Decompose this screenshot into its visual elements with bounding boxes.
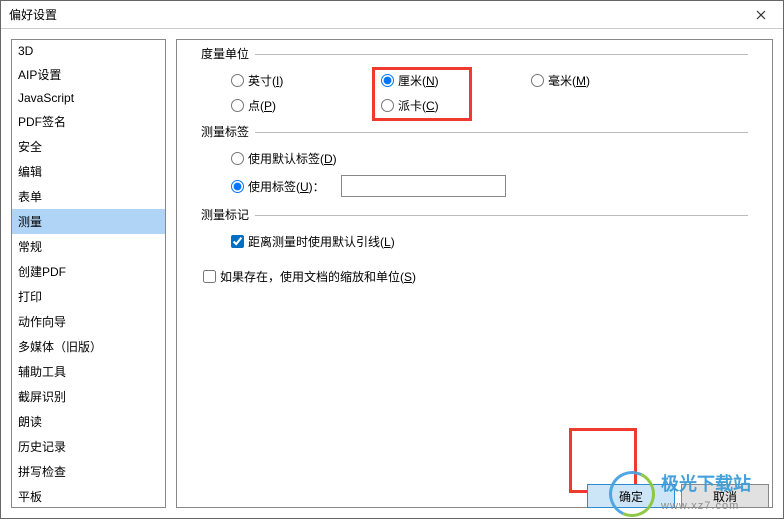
sidebar-item[interactable]: 安全 — [12, 134, 165, 159]
sidebar-item[interactable]: 截屏识别 — [12, 384, 165, 409]
sidebar-item[interactable]: 平板 — [12, 484, 165, 508]
titlebar: 偏好设置 — [1, 1, 783, 29]
sidebar-item[interactable]: 常规 — [12, 234, 165, 259]
sidebar-item[interactable]: 编辑 — [12, 159, 165, 184]
sidebar-item[interactable]: JavaScript — [12, 87, 165, 109]
label-fieldset: 测量标签 使用默认标签(D) 使用标签(U)： — [201, 132, 748, 197]
category-sidebar[interactable]: 3DAIP设置JavaScriptPDF签名安全编辑表单测量常规创建PDF打印动… — [11, 39, 166, 508]
use-doc-scale-option[interactable]: 如果存在，使用文档的缩放和单位(S) — [203, 268, 748, 285]
sidebar-item[interactable]: AIP设置 — [12, 62, 165, 87]
label-legend: 测量标签 — [201, 123, 255, 140]
label-default-option[interactable]: 使用默认标签(D) — [231, 150, 748, 167]
leader-line-checkbox[interactable] — [231, 235, 244, 248]
unit-pica-option[interactable]: 派卡(C) — [381, 97, 531, 114]
sidebar-item[interactable]: 创建PDF — [12, 259, 165, 284]
use-doc-scale-checkbox[interactable] — [203, 270, 216, 283]
label-custom-radio[interactable] — [231, 180, 244, 193]
dialog-footer: 确定 取消 — [587, 484, 769, 508]
unit-point-option[interactable]: 点(P) — [231, 97, 381, 114]
sidebar-item[interactable]: 辅助工具 — [12, 359, 165, 384]
label-default-radio[interactable] — [231, 152, 244, 165]
sidebar-item[interactable]: 多媒体（旧版） — [12, 334, 165, 359]
sidebar-item[interactable]: 拼写检查 — [12, 459, 165, 484]
close-icon — [756, 10, 766, 20]
sidebar-item[interactable]: 打印 — [12, 284, 165, 309]
sidebar-item[interactable]: 表单 — [12, 184, 165, 209]
sidebar-item[interactable]: 3D — [12, 40, 165, 62]
unit-cm-option[interactable]: 厘米(N) — [381, 72, 531, 89]
dialog-title: 偏好设置 — [9, 6, 739, 23]
close-button[interactable] — [739, 1, 783, 28]
mark-fieldset: 测量标记 距离测量时使用默认引线(L) — [201, 215, 748, 250]
preferences-dialog: 偏好设置 3DAIP设置JavaScriptPDF签名安全编辑表单测量常规创建P… — [0, 0, 784, 519]
label-custom-input[interactable] — [341, 175, 506, 197]
unit-cm-radio[interactable] — [381, 74, 394, 87]
unit-inch-radio[interactable] — [231, 74, 244, 87]
label-custom-option[interactable]: 使用标签(U)： — [231, 175, 748, 197]
sidebar-item[interactable]: 朗读 — [12, 409, 165, 434]
ok-button[interactable]: 确定 — [587, 484, 675, 508]
units-fieldset: 度量单位 英寸(I) 厘米(N) 毫米(M) — [201, 54, 748, 114]
unit-mm-radio[interactable] — [531, 74, 544, 87]
cancel-button[interactable]: 取消 — [681, 484, 769, 508]
sidebar-item[interactable]: PDF签名 — [12, 109, 165, 134]
sidebar-item[interactable]: 测量 — [12, 209, 165, 234]
unit-pica-radio[interactable] — [381, 99, 394, 112]
mark-legend: 测量标记 — [201, 206, 255, 223]
unit-mm-option[interactable]: 毫米(M) — [531, 72, 681, 89]
sidebar-item[interactable]: 历史记录 — [12, 434, 165, 459]
unit-inch-option[interactable]: 英寸(I) — [231, 72, 381, 89]
units-legend: 度量单位 — [201, 45, 255, 62]
settings-panel: 度量单位 英寸(I) 厘米(N) 毫米(M) — [176, 39, 773, 508]
leader-line-option[interactable]: 距离测量时使用默认引线(L) — [231, 233, 748, 250]
unit-point-radio[interactable] — [231, 99, 244, 112]
sidebar-item[interactable]: 动作向导 — [12, 309, 165, 334]
